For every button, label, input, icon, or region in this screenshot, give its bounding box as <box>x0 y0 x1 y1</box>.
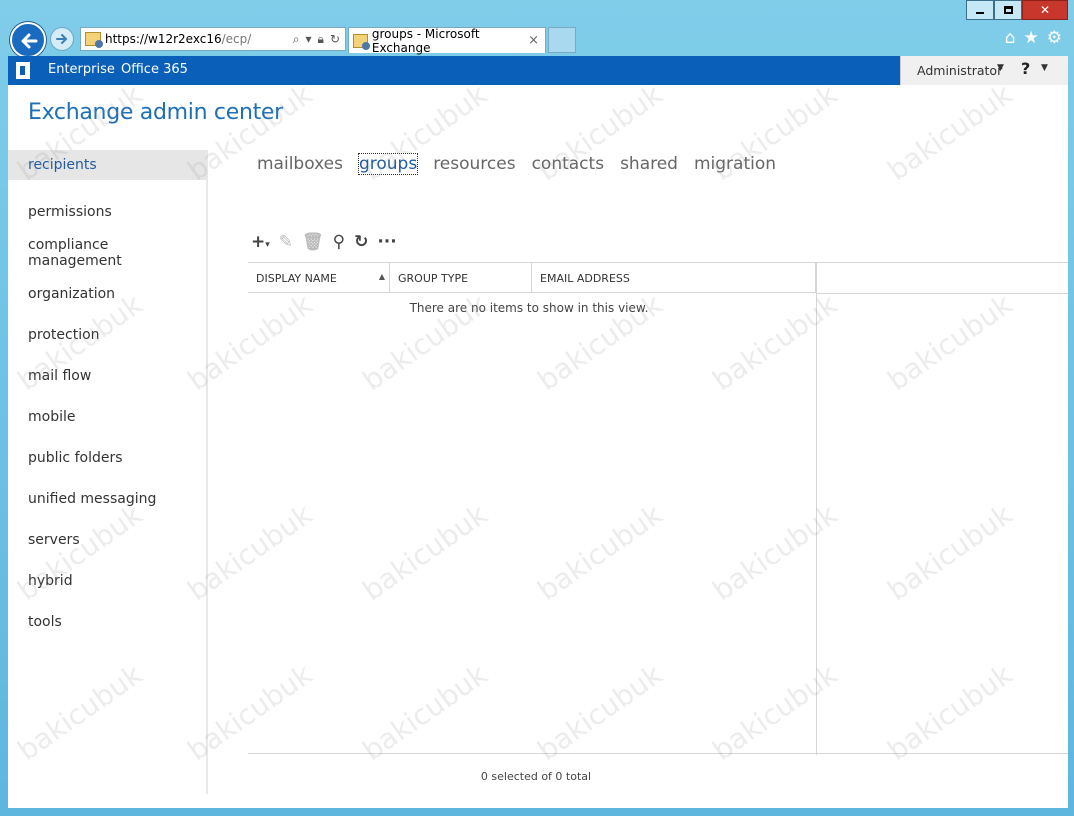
sidebar-item-permissions[interactable]: permissions <box>8 191 206 232</box>
page-title: Exchange admin center <box>28 100 283 125</box>
column-display-name[interactable]: DISPLAY NAME ▲ <box>248 263 390 293</box>
new-tab-button[interactable] <box>548 27 576 53</box>
page-content: Enterprise Office 365 Administrator ▼ ? … <box>8 56 1068 808</box>
office-logo-icon[interactable] <box>16 62 30 79</box>
window-controls: ✕ <box>966 0 1068 20</box>
office365-top-bar: Enterprise Office 365 Administrator ▼ ? … <box>8 56 1068 85</box>
sidebar-item-mobile[interactable]: mobile <box>8 396 206 437</box>
back-button[interactable] <box>10 22 46 58</box>
sidebar-item-unified-messaging[interactable]: unified messaging <box>8 478 206 519</box>
details-pane-divider <box>816 263 817 755</box>
tab-close-icon[interactable]: × <box>528 33 539 48</box>
help-icon[interactable]: ? <box>1021 59 1030 78</box>
sidebar-item-mail-flow[interactable]: mail flow <box>8 355 206 396</box>
sidebar: recipients permissions compliance manage… <box>8 150 208 794</box>
address-bar[interactable]: https://w12r2exc16 /ecp/ ⌕ ▾ 🔒︎ ↻ <box>80 27 346 51</box>
list-bottom-border <box>248 753 1068 754</box>
refresh-icon[interactable]: ↻ <box>330 32 340 47</box>
chevron-down-icon[interactable]: ▼ <box>997 63 1004 73</box>
subtabs: mailboxes groups resources contacts shar… <box>257 153 776 175</box>
tab-shared[interactable]: shared <box>620 154 678 174</box>
browser-window: ✕ https://w12r2exc16 /ecp/ ⌕ ▾ 🔒︎ ↻ grou… <box>0 0 1074 816</box>
close-window-button[interactable]: ✕ <box>1022 0 1068 20</box>
groups-list: DISPLAY NAME ▲ GROUP TYPE EMAIL ADDRESS … <box>248 262 1068 755</box>
tab-migration[interactable]: migration <box>694 154 776 174</box>
tab-resources[interactable]: resources <box>433 154 515 174</box>
lock-icon[interactable]: 🔒︎ <box>318 32 324 47</box>
browser-navigation-bar: https://w12r2exc16 /ecp/ ⌕ ▾ 🔒︎ ↻ groups… <box>8 22 1068 58</box>
back-arrow-icon <box>21 33 38 49</box>
exchange-favicon-icon <box>353 33 370 50</box>
tab-title: groups - Microsoft Exchange <box>371 26 480 55</box>
column-email-address[interactable]: EMAIL ADDRESS <box>532 263 816 293</box>
sidebar-item-organization[interactable]: organization <box>8 273 206 314</box>
column-group-type[interactable]: GROUP TYPE <box>390 263 532 293</box>
watermark-text: bakicubuk <box>881 77 1019 188</box>
minimize-button[interactable] <box>966 0 994 20</box>
url-host: https://w12r2exc16 <box>105 32 222 46</box>
office365-link[interactable]: Office 365 <box>121 62 188 77</box>
user-menu[interactable]: Administrator ▼ ? ▼ <box>900 56 1068 85</box>
refresh-icon[interactable]: ↻ <box>354 232 368 252</box>
enterprise-link[interactable]: Enterprise <box>48 62 115 77</box>
more-icon[interactable]: ··· <box>377 232 396 252</box>
tab-groups[interactable]: groups <box>357 153 419 175</box>
forward-button[interactable] <box>50 27 74 51</box>
sort-ascending-icon: ▲ <box>378 272 385 281</box>
exchange-favicon-icon <box>85 32 103 48</box>
search-icon[interactable]: ⌕ <box>293 32 300 47</box>
empty-list-message: There are no items to show in this view. <box>409 301 649 315</box>
dropdown-icon[interactable]: ▾ <box>306 32 312 47</box>
list-header: DISPLAY NAME ▲ GROUP TYPE EMAIL ADDRESS <box>248 263 816 293</box>
tab-contacts[interactable]: contacts <box>532 154 604 174</box>
sidebar-item-recipients[interactable]: recipients <box>8 150 206 180</box>
column-label: DISPLAY NAME <box>256 271 337 285</box>
column-label: GROUP TYPE <box>398 271 469 285</box>
column-label: EMAIL ADDRESS <box>540 271 630 285</box>
delete-icon: 🗑︎ <box>302 232 324 252</box>
home-icon[interactable]: ⌂ <box>1005 28 1016 48</box>
browser-tab[interactable]: groups - Microsoft Exchange × <box>348 26 546 55</box>
maximize-button[interactable] <box>994 0 1022 20</box>
user-name[interactable]: Administrator <box>917 63 1002 78</box>
sidebar-item-tools[interactable]: tools <box>8 601 206 642</box>
forward-arrow-icon <box>56 34 68 44</box>
favorites-star-icon[interactable]: ★ <box>1024 28 1039 48</box>
chevron-down-icon[interactable]: ▼ <box>1041 63 1048 73</box>
add-icon[interactable]: +▾ <box>251 232 270 252</box>
details-pane-header-line <box>816 293 1068 294</box>
sidebar-item-public-folders[interactable]: public folders <box>8 437 206 478</box>
browser-toolbar-icons: ⌂ ★ ⚙ <box>1005 28 1062 48</box>
sidebar-item-compliance-management[interactable]: compliance management <box>8 232 206 273</box>
settings-gear-icon[interactable]: ⚙ <box>1047 28 1062 48</box>
url-path: /ecp/ <box>221 32 252 46</box>
tab-mailboxes[interactable]: mailboxes <box>257 154 343 174</box>
search-icon[interactable]: ⚲ <box>333 232 345 252</box>
sidebar-item-servers[interactable]: servers <box>8 519 206 560</box>
selection-status: 0 selected of 0 total <box>480 770 592 783</box>
sidebar-item-protection[interactable]: protection <box>8 314 206 355</box>
sidebar-item-hybrid[interactable]: hybrid <box>8 560 206 601</box>
list-toolbar: +▾ ✎ 🗑︎ ⚲ ↻ ··· <box>251 232 397 252</box>
edit-icon: ✎ <box>278 232 294 252</box>
